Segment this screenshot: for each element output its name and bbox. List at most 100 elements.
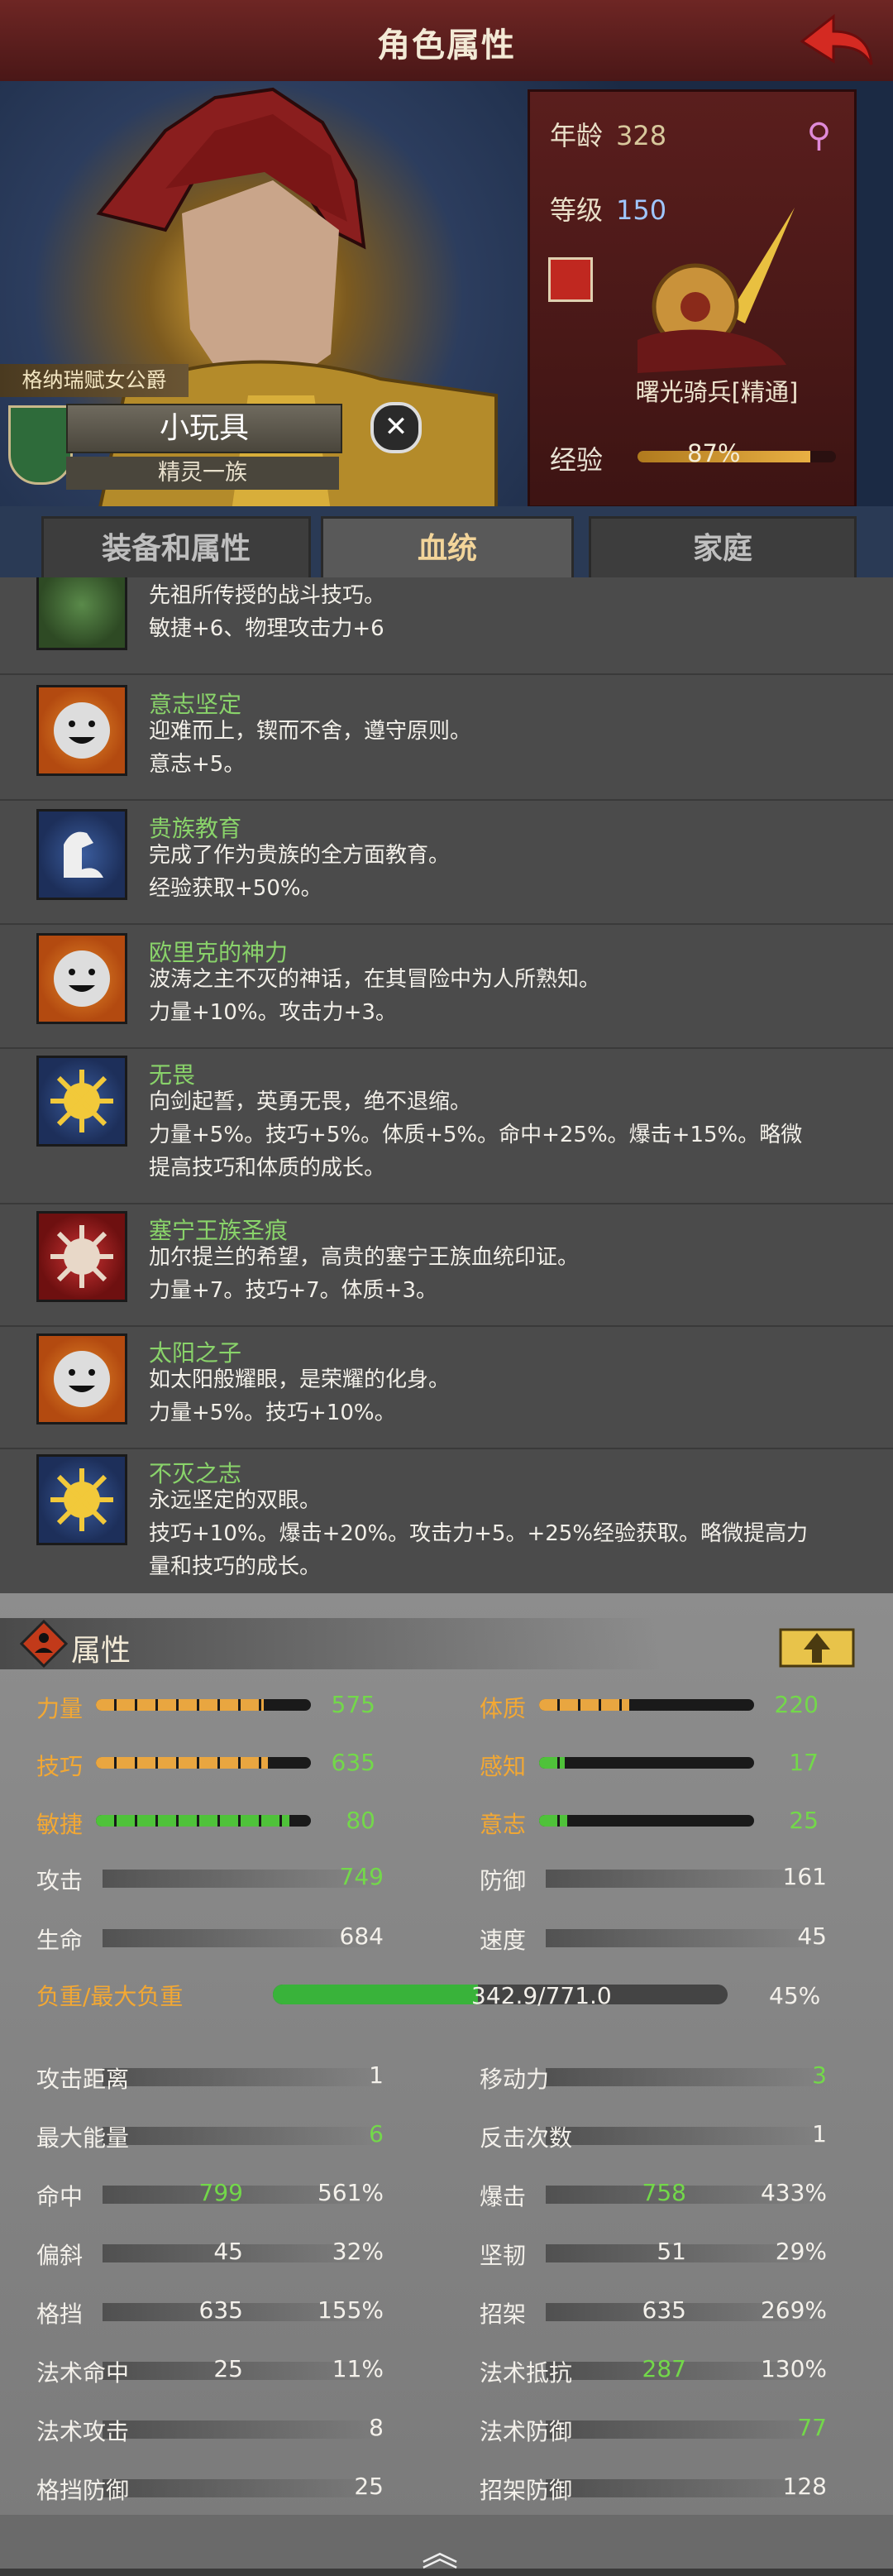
stat-row: 格挡防御 25 bbox=[36, 2473, 400, 2506]
attribute-bar bbox=[539, 1815, 754, 1827]
attribute-bar bbox=[96, 1815, 311, 1827]
trait-effect: 力量+10%。攻击力+3。 bbox=[149, 1000, 397, 1025]
stat-row: 坚韧 51 29% bbox=[480, 2238, 843, 2271]
stat-value: 1 bbox=[369, 2061, 384, 2089]
stat-value: 25 bbox=[354, 2473, 384, 2500]
attribute-bar bbox=[539, 1757, 754, 1769]
stat-name: 格挡 bbox=[36, 2301, 84, 2328]
attribute-value: 575 bbox=[331, 1691, 375, 1718]
attribute-row: 体质 220 bbox=[480, 1691, 843, 1724]
trait-desc: 完成了作为贵族的全方面教育。 bbox=[149, 843, 451, 868]
attribute-name: 体质 bbox=[480, 1695, 527, 1722]
stat-percent: 29% bbox=[775, 2238, 827, 2265]
female-icon: ⚲ bbox=[806, 117, 831, 155]
trait-desc: 迎难而上，锲而不舍，遵守原则。 bbox=[149, 719, 472, 744]
attribute-bar-fill bbox=[539, 1815, 567, 1827]
upgrade-icon[interactable] bbox=[777, 1621, 857, 1671]
tab-bloodline[interactable]: 血统 bbox=[321, 516, 574, 582]
load-value: 342.9/771.0 bbox=[471, 1982, 612, 2009]
stat-value: 684 bbox=[339, 1922, 384, 1950]
attribute-bar bbox=[96, 1757, 311, 1769]
stat-name: 格挡防御 bbox=[36, 2477, 130, 2504]
stat-row: 最大能量 6 bbox=[36, 2120, 400, 2153]
trait-effect: 经验获取+50%。 bbox=[149, 876, 322, 901]
attribute-bar-fill bbox=[539, 1699, 630, 1711]
level-label: 等级 bbox=[550, 194, 604, 226]
attributes-title: 属性 bbox=[71, 1634, 131, 1668]
close-icon[interactable]: ✕ bbox=[370, 402, 422, 453]
attribute-bar-fill bbox=[539, 1757, 566, 1769]
stat-name: 偏斜 bbox=[36, 2242, 84, 2269]
chevron-up-icon[interactable]: ︽ bbox=[422, 2523, 458, 2576]
attribute-bar bbox=[539, 1699, 754, 1711]
stat-value: 749 bbox=[339, 1863, 384, 1890]
trait-effect: 力量+5%。技巧+10%。 bbox=[149, 1401, 396, 1425]
stat-name: 招架 bbox=[480, 2301, 527, 2328]
tab-bar: 装备和属性 血统 家庭 bbox=[0, 506, 893, 582]
attribute-row: 感知 17 bbox=[480, 1749, 843, 1782]
stat-percent: 433% bbox=[760, 2179, 827, 2206]
trait-item: 意志坚定 迎难而上，锲而不舍，遵守原则。 意志+5。 bbox=[0, 685, 893, 801]
stat-value: 77 bbox=[797, 2414, 827, 2441]
attribute-row: 敏捷 80 bbox=[36, 1807, 400, 1840]
attribute-value: 635 bbox=[331, 1749, 375, 1776]
attribute-bar-fill bbox=[96, 1757, 268, 1769]
stat-name: 坚韧 bbox=[480, 2242, 527, 2269]
exp-percent: 87% bbox=[687, 439, 741, 467]
trait-effect-2: 量和技巧的成长。 bbox=[149, 1554, 322, 1579]
divider bbox=[0, 673, 893, 675]
unit-name: 曙光骑兵[精通] bbox=[635, 378, 799, 406]
divider bbox=[0, 1448, 893, 1449]
stat-row: 移动力 3 bbox=[480, 2061, 843, 2095]
stat-name: 攻击 bbox=[36, 1867, 84, 1894]
stat-row: 生命 684 bbox=[36, 1922, 400, 1956]
stat-value: 128 bbox=[782, 2473, 827, 2500]
divider bbox=[0, 1325, 893, 1327]
stat-percent: 11% bbox=[332, 2355, 384, 2382]
tab-family[interactable]: 家庭 bbox=[589, 516, 857, 582]
trait-item: 先祖所传授的战斗技巧。 敏捷+6、物理攻击力+6 bbox=[0, 577, 893, 667]
stat-name: 命中 bbox=[36, 2183, 84, 2210]
attribute-bar-fill bbox=[96, 1815, 289, 1827]
age-value: 328 bbox=[616, 120, 667, 151]
stat-row: 格挡 635 155% bbox=[36, 2296, 400, 2329]
stat-name: 移动力 bbox=[480, 2066, 550, 2093]
stat-value: 45 bbox=[797, 1922, 827, 1950]
stat-row: 攻击距离 1 bbox=[36, 2061, 400, 2095]
sun-icon bbox=[36, 1056, 127, 1147]
stat-name: 攻击距离 bbox=[36, 2066, 130, 2093]
stat-percent: 561% bbox=[317, 2179, 384, 2206]
stat-value: 8 bbox=[369, 2414, 384, 2441]
cavalry-unit-icon bbox=[638, 208, 795, 373]
stat-row: 爆击 758 433% bbox=[480, 2179, 843, 2212]
unit-class-icon bbox=[548, 257, 593, 302]
trait-desc: 波涛之主不灭的神话，在其冒险中为人所熟知。 bbox=[149, 967, 601, 992]
trait-desc: 向剑起誓，英勇无畏，绝不退缩。 bbox=[149, 1089, 472, 1114]
trait-item: 贵族教育 完成了作为贵族的全方面教育。 经验获取+50%。 bbox=[0, 809, 893, 925]
stat-value: 799 bbox=[198, 2179, 243, 2206]
attribute-name: 敏捷 bbox=[36, 1811, 84, 1838]
stat-name: 法术命中 bbox=[36, 2359, 130, 2387]
stat-name: 法术抵抗 bbox=[480, 2359, 573, 2387]
stat-percent: 155% bbox=[317, 2296, 384, 2324]
divider bbox=[0, 1047, 893, 1049]
attribute-value: 220 bbox=[774, 1691, 819, 1718]
attribute-value: 25 bbox=[789, 1807, 819, 1834]
back-arrow-icon[interactable] bbox=[797, 12, 876, 69]
trait-effect: 技巧+10%。爆击+20%。攻击力+5。+25%经验获取。略微提高力 bbox=[149, 1521, 809, 1546]
trait-list[interactable]: 先祖所传授的战斗技巧。 敏捷+6、物理攻击力+6 意志坚定 迎难而上，锲而不舍，… bbox=[0, 577, 893, 1593]
stat-row: 命中 799 561% bbox=[36, 2179, 400, 2212]
attribute-name: 力量 bbox=[36, 1695, 84, 1722]
trait-item: 塞宁王族圣痕 加尔提兰的希望，高贵的塞宁王族血统印证。 力量+7。技巧+7。体质… bbox=[0, 1211, 893, 1327]
stat-name: 招架防御 bbox=[480, 2477, 573, 2504]
trait-desc: 先祖所传授的战斗技巧。 bbox=[149, 583, 386, 608]
trait-desc: 如太阳般耀眼，是荣耀的化身。 bbox=[149, 1367, 451, 1392]
stat-name: 速度 bbox=[480, 1927, 527, 1954]
tab-equipment[interactable]: 装备和属性 bbox=[41, 516, 311, 582]
stat-name: 反击次数 bbox=[480, 2124, 573, 2152]
exp-label: 经验 bbox=[550, 444, 604, 476]
stat-value: 635 bbox=[642, 2296, 686, 2324]
stat-value: 287 bbox=[642, 2355, 686, 2382]
character-name[interactable]: 小玩具 bbox=[66, 404, 342, 453]
trait-item: 无畏 向剑起誓，英勇无畏，绝不退缩。 力量+5%。技巧+5%。体质+5%。命中+… bbox=[0, 1056, 893, 1204]
